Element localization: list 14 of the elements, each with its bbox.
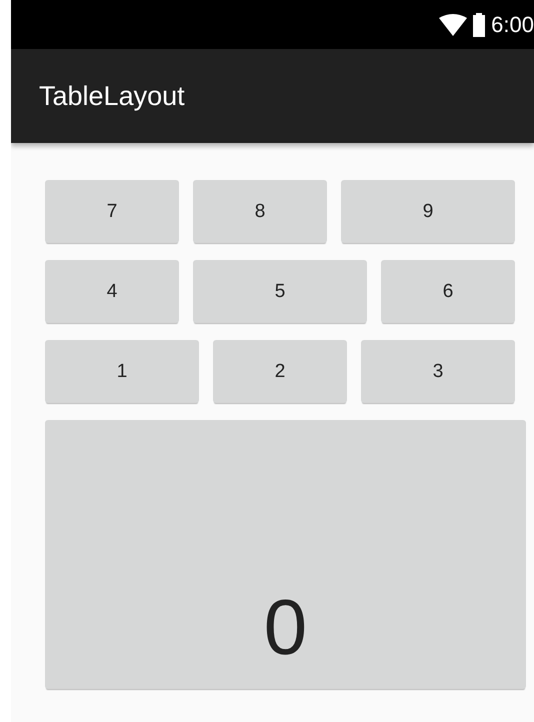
app-title: TableLayout	[39, 80, 185, 112]
digit-key[interactable]: 5	[193, 260, 367, 323]
digit-key[interactable]: 7	[45, 180, 179, 243]
digit-key[interactable]: 9	[341, 180, 515, 243]
digit-key[interactable]: 4	[45, 260, 179, 323]
clock-time: 6:00	[491, 12, 534, 38]
digit-key[interactable]: 3	[361, 340, 515, 403]
digit-key[interactable]: 1	[45, 340, 199, 403]
digit-key[interactable]: 2	[213, 340, 347, 403]
digit-key[interactable]: 8	[193, 180, 327, 243]
digit-key[interactable]: 0	[45, 420, 526, 689]
battery-icon	[473, 12, 486, 36]
digit-key[interactable]: 6	[381, 260, 515, 323]
wifi-icon	[439, 14, 468, 36]
